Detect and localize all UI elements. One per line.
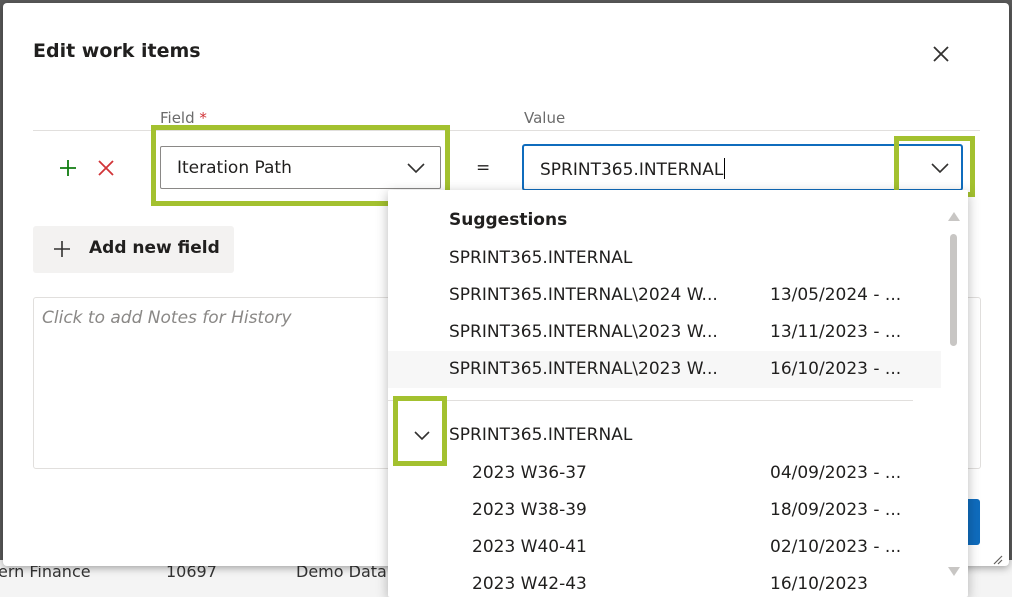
add-new-field-button[interactable]: Add new field	[33, 226, 234, 273]
suggestion-name: SPRINT365.INTERNAL\2024 W...	[449, 285, 718, 305]
tree-child-item[interactable]: 2023 W40-41 02/10/2023 - ...	[388, 529, 941, 566]
tree-root-item[interactable]: SPRINT365.INTERNAL	[449, 425, 632, 445]
field-select[interactable]: Iteration Path	[160, 146, 441, 189]
child-date: 04/09/2023 - ...	[770, 463, 902, 483]
resize-grip-icon[interactable]	[993, 555, 1003, 565]
suggestion-date: 13/05/2024 - ...	[770, 285, 902, 305]
plus-icon	[54, 241, 70, 257]
tree-child-item[interactable]: 2023 W36-37 04/09/2023 - ...	[388, 455, 941, 492]
child-date: 18/09/2023 - ...	[770, 500, 902, 520]
dropdown-scrollbar[interactable]	[941, 190, 968, 597]
plus-icon[interactable]	[58, 158, 78, 178]
dropdown-divider	[388, 400, 913, 401]
child-name: 2023 W40-41	[472, 537, 587, 557]
suggestion-name: SPRINT365.INTERNAL\2023 W...	[449, 359, 718, 379]
suggestion-date: 16/10/2023 - ...	[770, 359, 902, 379]
tree-child-item[interactable]: 2023 W42-43 16/10/2023	[388, 566, 941, 597]
field-select-value: Iteration Path	[177, 158, 292, 178]
child-name: 2023 W36-37	[472, 463, 587, 483]
suggestions-dropdown: Suggestions SPRINT365.INTERNAL SPRINT365…	[388, 190, 968, 597]
value-column-label: Value	[524, 109, 566, 127]
suggestion-item[interactable]: SPRINT365.INTERNAL\2023 W... 16/10/2023 …	[388, 351, 941, 388]
tree-toggle-highlight-box	[393, 396, 447, 466]
suggestions-heading: Suggestions	[449, 210, 568, 230]
suggestion-name: SPRINT365.INTERNAL\2023 W...	[449, 322, 718, 342]
scroll-up-icon[interactable]	[947, 210, 961, 222]
child-date: 16/10/2023	[770, 574, 868, 594]
suggestion-item[interactable]: SPRINT365.INTERNAL\2023 W... 13/11/2023 …	[388, 314, 941, 351]
suggestion-date: 13/11/2023 - ...	[770, 322, 902, 342]
text-caret	[724, 158, 726, 179]
child-name: 2023 W38-39	[472, 500, 587, 520]
suggestion-item[interactable]: SPRINT365.INTERNAL	[388, 240, 941, 277]
add-new-field-label: Add new field	[89, 238, 220, 258]
tree-child-item[interactable]: 2023 W38-39 18/09/2023 - ...	[388, 492, 941, 529]
value-input-text: SPRINT365.INTERNAL	[540, 160, 724, 180]
close-icon[interactable]	[929, 42, 953, 66]
scrollbar-thumb[interactable]	[950, 234, 957, 346]
chevron-down-icon	[407, 163, 425, 174]
value-chevron-highlight-box	[894, 136, 975, 197]
child-date: 02/10/2023 - ...	[770, 537, 902, 557]
suggestion-item[interactable]: SPRINT365.INTERNAL\2024 W... 13/05/2024 …	[388, 277, 941, 314]
equals-sign: =	[476, 158, 491, 178]
notes-placeholder: Click to add Notes for History	[42, 308, 292, 328]
remove-icon[interactable]	[96, 158, 116, 178]
child-name: 2023 W42-43	[472, 574, 587, 594]
suggestion-name: SPRINT365.INTERNAL	[449, 248, 633, 268]
scroll-down-icon[interactable]	[947, 566, 961, 578]
dialog-title: Edit work items	[33, 40, 201, 62]
